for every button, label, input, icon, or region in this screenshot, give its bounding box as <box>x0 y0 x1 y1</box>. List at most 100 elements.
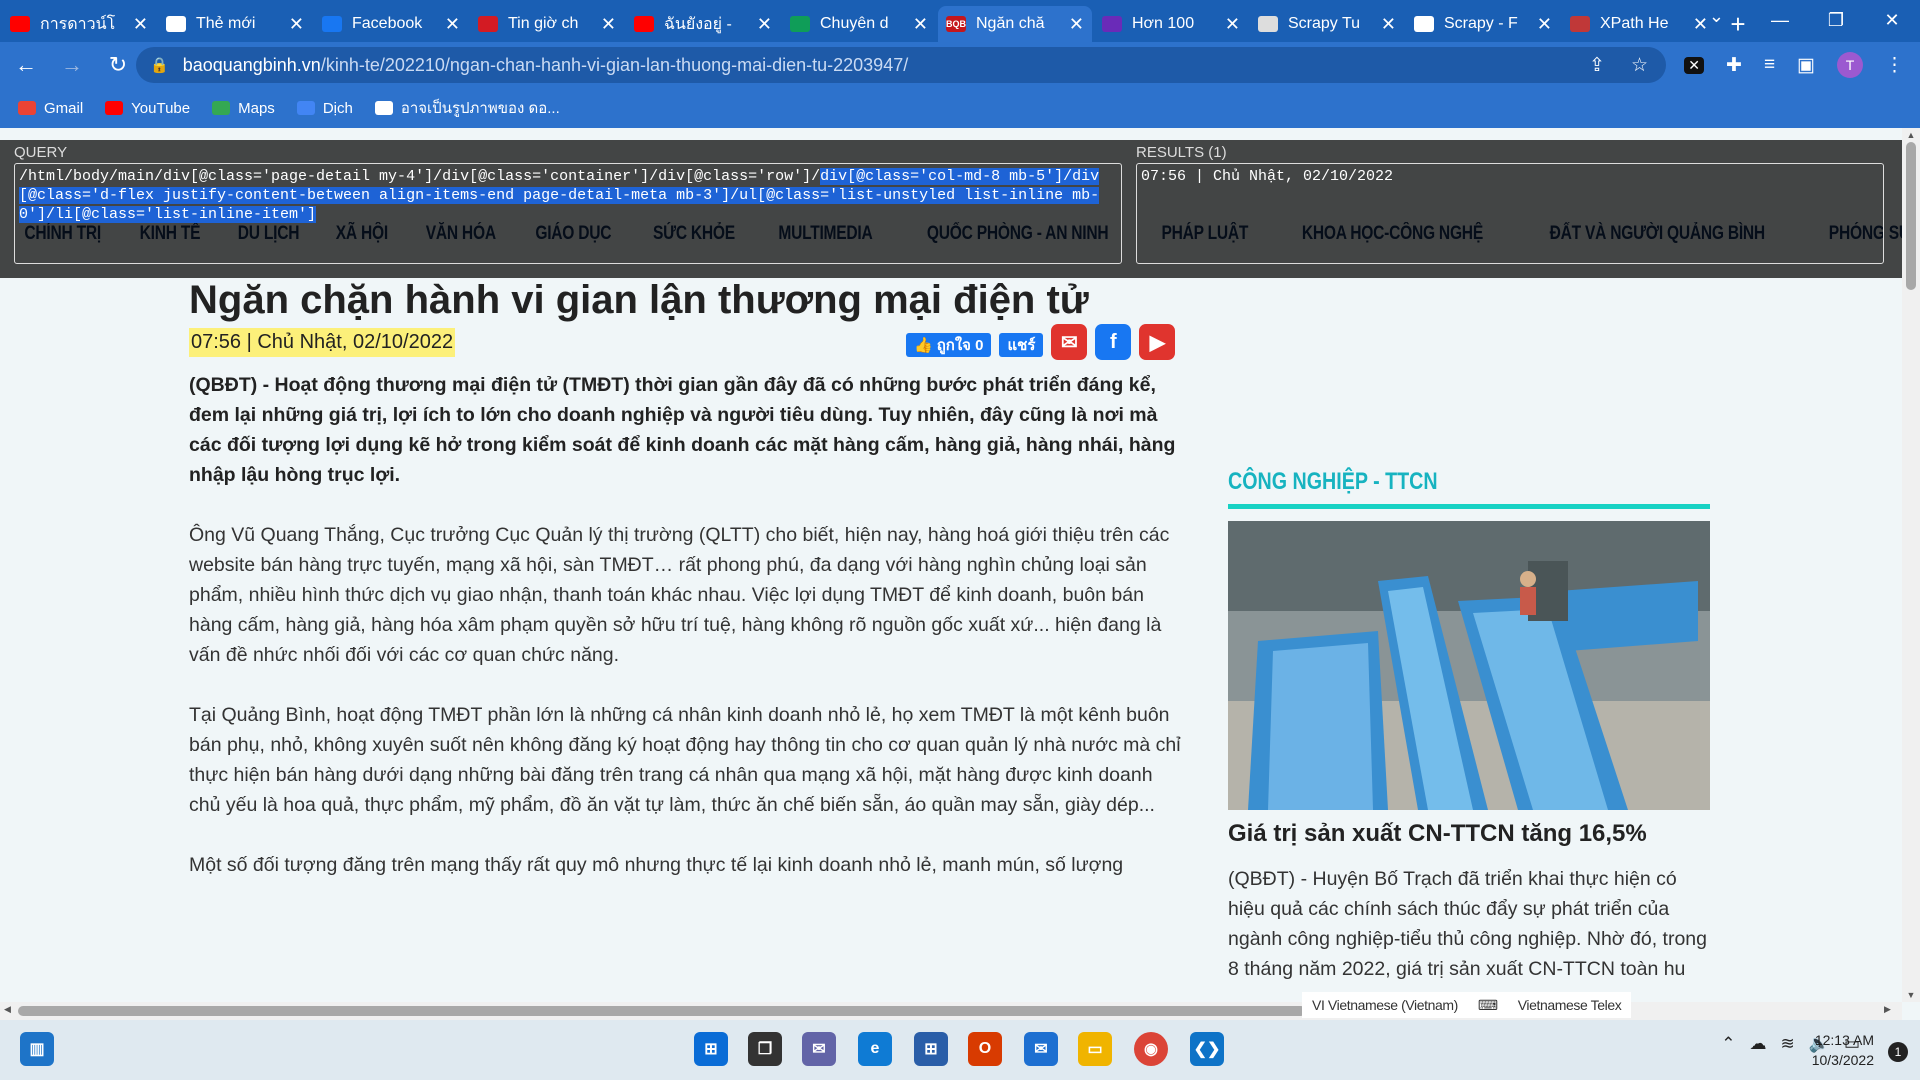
browser-tab[interactable]: Chuyên d ✕ <box>782 6 936 42</box>
tab-title: การดาวน์โ <box>40 15 116 33</box>
chat-icon[interactable]: ✉ <box>802 1032 836 1066</box>
scroll-left-icon[interactable]: ◀ <box>4 1004 11 1015</box>
email-share-icon[interactable]: ✉ <box>1051 324 1088 360</box>
article-lead: (QBĐT) - Hoạt động thương mại điện tử (T… <box>189 374 1176 486</box>
bookmark-item[interactable]: YouTube <box>105 100 190 117</box>
doc-icon <box>1258 16 1278 32</box>
tab-close-icon[interactable]: ✕ <box>289 14 304 35</box>
scroll-up-icon[interactable]: ▲ <box>1902 130 1920 140</box>
mail-icon[interactable]: ✉ <box>1024 1032 1058 1066</box>
bookmark-label: Gmail <box>44 99 84 117</box>
chrome-menu-icon[interactable]: ⋮ <box>1885 54 1904 77</box>
bookmark-label: YouTube <box>131 99 191 117</box>
restore-icon[interactable]: ❐ <box>1808 0 1864 40</box>
profile-avatar[interactable]: T <box>1837 52 1863 78</box>
sidebar: CÔNG NGHIỆP - TTCN Giá trị sản xuất CN-T… <box>1228 468 1710 982</box>
story-title[interactable]: Giá trị sản xuất CN-TTCN tăng 16,5% <box>1228 820 1710 848</box>
tab-close-icon[interactable]: ✕ <box>445 14 460 35</box>
browser-tab[interactable]: XPath He ✕ <box>1562 6 1716 42</box>
chrome-icon[interactable]: ◉ <box>1134 1032 1168 1066</box>
bookmark-star-icon[interactable]: ☆ <box>1631 54 1648 77</box>
ime-method[interactable]: Vietnamese Telex <box>1518 997 1622 1013</box>
ime-language-bar[interactable]: VI Vietnamese (Vietnam) ⌨ Vietnamese Tel… <box>1302 992 1632 1018</box>
xpath-results-box[interactable]: 07:56 | Chủ Nhật, 02/10/2022 <box>1136 163 1884 264</box>
browser-tab[interactable]: BQB Ngăn chă ✕ <box>938 6 1092 42</box>
reading-list-icon[interactable]: ≡ <box>1764 54 1775 76</box>
story-image[interactable] <box>1228 521 1710 810</box>
notification-badge[interactable]: 1 <box>1888 1042 1908 1062</box>
query-label: QUERY <box>14 144 68 161</box>
ime-language[interactable]: VI Vietnamese (Vietnam) <box>1312 997 1458 1013</box>
tab-title: ฉันยังอยู่ - <box>664 15 732 33</box>
browser-tab[interactable]: Thẻ mới ✕ <box>158 6 312 42</box>
bookmark-label: Dịch <box>322 99 353 117</box>
sidebar-heading[interactable]: CÔNG NGHIỆP - TTCN <box>1228 468 1623 496</box>
podcast-icon <box>1102 16 1122 32</box>
results-label: RESULTS (1) <box>1136 144 1227 161</box>
store-icon[interactable]: ⊞ <box>914 1032 948 1066</box>
horizontal-scroll-thumb[interactable] <box>18 1006 1306 1016</box>
tab-close-icon[interactable]: ✕ <box>913 14 928 35</box>
start-icon[interactable]: ⊞ <box>694 1032 728 1066</box>
url-domain: baoquangbinh.vn <box>182 54 321 75</box>
tab-close-icon[interactable]: ✕ <box>757 14 772 35</box>
close-window-icon[interactable]: ✕ <box>1864 0 1920 40</box>
back-icon[interactable]: ← <box>6 52 46 78</box>
office-icon[interactable]: O <box>968 1032 1002 1066</box>
factory-tanks-illustration <box>1228 521 1710 810</box>
web-page: THỜI SỰCHÍNH TRỊKINH TẾDU LỊCHXÃ HỘIVĂN … <box>0 128 1902 1002</box>
side-panel-icon[interactable]: ▣ <box>1797 54 1815 77</box>
vscode-icon[interactable]: ❮❯ <box>1190 1032 1224 1066</box>
tab-close-icon[interactable]: ✕ <box>133 14 148 35</box>
xpath-query-input[interactable]: /html/body/main/div[@class='page-detail … <box>14 163 1122 264</box>
address-bar[interactable]: 🔒 baoquangbinh.vn/kinh-te/202210/ngan-ch… <box>136 47 1666 83</box>
facebook-like-button[interactable]: 👍 ถูกใจ 0 <box>906 333 992 357</box>
browser-tab[interactable]: Tin giờ ch ✕ <box>470 6 624 42</box>
facebook-icon[interactable]: f <box>1095 324 1132 360</box>
article-paragraph: Tại Quảng Bình, hoạt động TMĐT phần lớn … <box>189 704 1181 816</box>
tab-close-icon[interactable]: ✕ <box>1069 14 1084 35</box>
wifi-icon[interactable]: ≋ <box>1781 1034 1795 1054</box>
reload-icon[interactable]: ↻ <box>98 52 138 78</box>
facebook-share-button[interactable]: แชร์ <box>999 333 1044 357</box>
browser-tab[interactable]: Facebook ✕ <box>314 6 468 42</box>
vertical-scrollbar[interactable]: ▲ ▼ <box>1902 128 1920 1002</box>
onedrive-icon[interactable]: ☁ <box>1750 1034 1767 1054</box>
bookmark-item[interactable]: Gmail <box>18 100 83 117</box>
chevron-up-icon[interactable]: ⌃ <box>1721 1034 1735 1054</box>
scroll-right-icon[interactable]: ▶ <box>1884 1004 1891 1015</box>
browser-tab[interactable]: Hơn 100 ✕ <box>1094 6 1248 42</box>
share-page-icon[interactable]: ⇪ <box>1589 54 1605 77</box>
tab-title: Scrapy Tu <box>1288 15 1361 32</box>
youtube-icon[interactable]: ▶ <box>1139 324 1176 360</box>
bookmark-item[interactable]: Maps <box>212 100 275 117</box>
forward-icon[interactable]: → <box>52 52 92 78</box>
tab-close-icon[interactable]: ✕ <box>1537 14 1552 35</box>
minimize-icon[interactable]: — <box>1752 0 1808 40</box>
share-label: แชร์ <box>1007 337 1036 354</box>
scroll-down-icon[interactable]: ▼ <box>1902 990 1920 1000</box>
xpath-extension-icon[interactable]: ✕ <box>1684 56 1705 74</box>
edge-icon[interactable]: e <box>858 1032 892 1066</box>
lock-icon[interactable]: 🔒 <box>150 56 169 74</box>
facebook-icon <box>322 16 342 32</box>
extensions-icon[interactable]: ✚ <box>1726 54 1742 77</box>
tab-list: การดาวน์โ ✕ Thẻ mới ✕ Facebook ✕ Tin giờ ch ✕ ฉั… <box>0 0 1716 42</box>
bookmark-item[interactable]: อาจเป็นรูปภาพของ ดอ... <box>374 96 560 120</box>
tab-close-icon[interactable]: ✕ <box>601 14 616 35</box>
widgets-icon[interactable]: ▥ <box>20 1032 54 1066</box>
tab-close-icon[interactable]: ✕ <box>1381 14 1396 35</box>
browser-tab[interactable]: ฉันยังอยู่ - ✕ <box>626 6 780 42</box>
browser-tab[interactable]: Scrapy Tu ✕ <box>1250 6 1404 42</box>
tab-close-icon[interactable]: ✕ <box>1693 14 1708 35</box>
browser-tab[interactable]: การดาวน์โ ✕ <box>2 6 156 42</box>
task-view-icon[interactable]: ❐ <box>748 1032 782 1066</box>
system-clock[interactable]: 12:13 AM 10/3/2022 <box>1812 1030 1874 1070</box>
vertical-scroll-thumb[interactable] <box>1906 142 1916 290</box>
tab-close-icon[interactable]: ✕ <box>1225 14 1240 35</box>
tab-search-icon[interactable]: ⌄ <box>1709 6 1724 27</box>
browser-tab[interactable]: Scrapy - F ✕ <box>1406 6 1560 42</box>
bookmark-item[interactable]: Dịch <box>296 99 353 117</box>
bookmark-label: อาจเป็นรูปภาพของ ดอ... <box>400 100 560 117</box>
file-explorer-icon[interactable]: ▭ <box>1078 1032 1112 1066</box>
